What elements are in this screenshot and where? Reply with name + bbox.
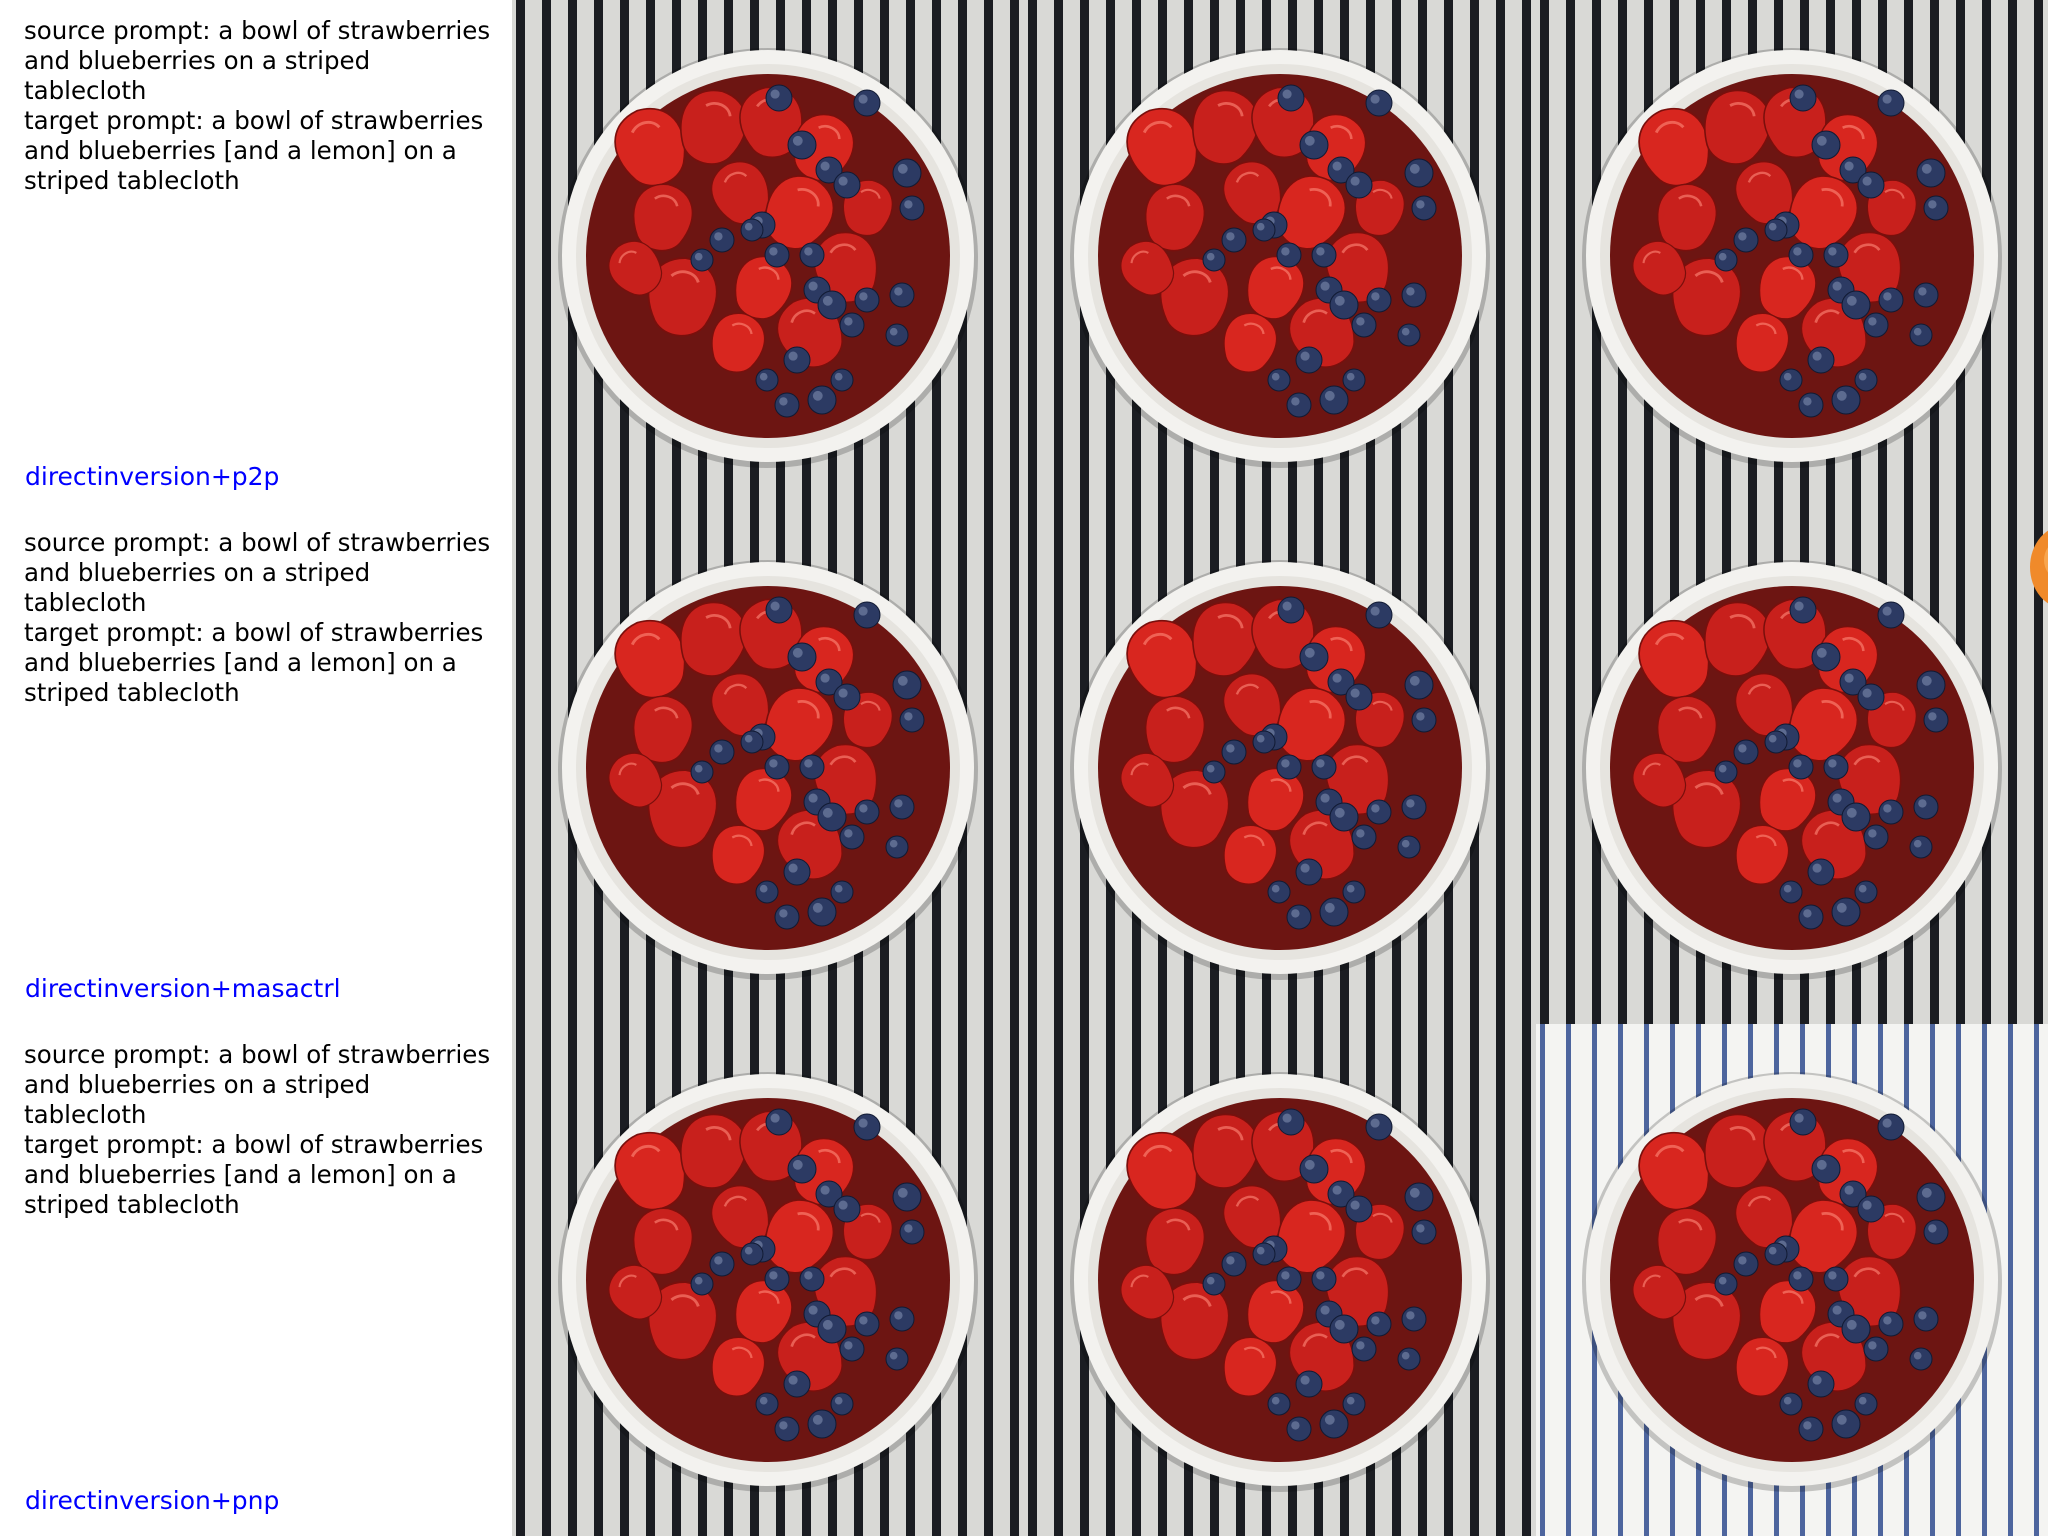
method-label: directinversion+pnp <box>25 1486 280 1515</box>
prompt-text: source prompt: a bowl of strawberries an… <box>24 528 491 707</box>
result-row-masactrl: source prompt: a bowl of strawberries an… <box>0 512 2048 1024</box>
prompt-text: source prompt: a bowl of strawberries an… <box>24 1040 491 1219</box>
comparison-grid: source prompt: a bowl of strawberries an… <box>0 0 2048 1536</box>
result-row-p2p: source prompt: a bowl of strawberries an… <box>0 0 2048 512</box>
method-label: directinversion+masactrl <box>25 974 341 1003</box>
source-image <box>512 1024 1024 1536</box>
reconstructed-image <box>1024 512 1536 1024</box>
edited-image <box>1536 0 2048 512</box>
caption-panel: source prompt: a bowl of strawberries an… <box>0 0 512 512</box>
reconstructed-image <box>1024 1024 1536 1536</box>
edited-image <box>1536 1024 2048 1536</box>
reconstructed-image <box>1024 0 1536 512</box>
caption-panel: source prompt: a bowl of strawberries an… <box>0 512 512 1024</box>
edited-image <box>1536 512 2048 1024</box>
caption-panel: source prompt: a bowl of strawberries an… <box>0 1024 512 1536</box>
source-image <box>512 512 1024 1024</box>
source-image <box>512 0 1024 512</box>
prompt-text: source prompt: a bowl of strawberries an… <box>24 16 491 195</box>
result-row-pnp: source prompt: a bowl of strawberries an… <box>0 1024 2048 1536</box>
method-label: directinversion+p2p <box>25 462 280 491</box>
